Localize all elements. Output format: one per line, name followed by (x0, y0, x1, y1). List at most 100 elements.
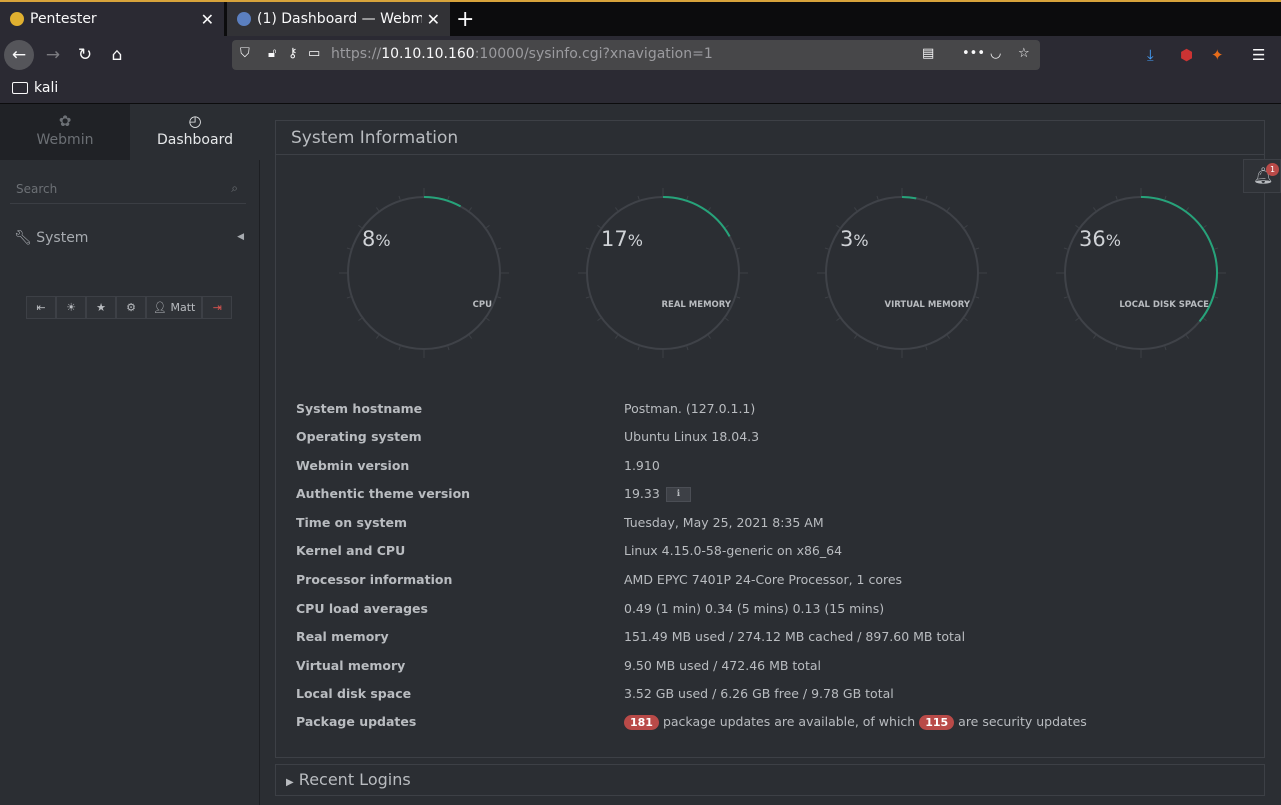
close-tab-icon[interactable]: ✕ (201, 10, 214, 29)
gauge-tick (1075, 317, 1079, 322)
gauge-tick (497, 296, 502, 299)
search-icon[interactable]: ⌕ (231, 181, 238, 196)
key-icon[interactable]: ⚷ (288, 46, 298, 61)
foxyproxy-icon[interactable]: ✦ (1211, 46, 1224, 64)
gauge-tick (707, 207, 712, 211)
ublock-icon[interactable]: ⬢ (1180, 46, 1193, 64)
search-placeholder: Search (16, 182, 58, 196)
tab-dashboard-side[interactable]: ◴ Dashboard (130, 104, 260, 160)
gauge-tick (1115, 346, 1118, 351)
pentester-favicon-icon (10, 12, 24, 26)
browser-window: Pentester ✕ (1) Dashboard — Webmin ✕ + ←… (0, 0, 1281, 805)
downloads-icon[interactable]: ⤓ (1147, 46, 1154, 64)
gauge-value: 36% (1079, 227, 1121, 251)
sidebar: ✿ Webmin ◴ Dashboard Search ⌕ 🔧︎ System … (0, 104, 260, 805)
gauge-tick (468, 335, 473, 339)
notification-count-badge: 1 (1266, 163, 1279, 176)
gauge-tick (447, 195, 450, 200)
cpu-gauge: 8% CPU (334, 183, 514, 363)
back-button[interactable]: ← (4, 40, 34, 70)
logout-button[interactable]: ⇥ (202, 296, 233, 319)
updates-value[interactable]: 181 package updates are available, of wh… (624, 714, 1087, 730)
search-input[interactable]: Search ⌕ (10, 178, 246, 204)
gauge-arc (662, 196, 731, 237)
gauge-tick (925, 195, 928, 200)
notifications-button[interactable]: 🔔︎ 1 (1243, 159, 1281, 193)
reader-view-icon[interactable]: ▤ (922, 46, 934, 61)
gauge-tick (1214, 247, 1219, 250)
webmin-favicon-icon (237, 12, 251, 26)
info-value: 1.910 (624, 458, 660, 473)
gauge-tick (853, 335, 858, 339)
tab-pentester[interactable]: Pentester ✕ (0, 2, 224, 36)
gauge-tick (824, 247, 829, 250)
gauge-tick (486, 317, 490, 322)
home-button[interactable]: ⌂ (102, 40, 132, 70)
gauge-tick (946, 207, 951, 211)
gauge-tick (876, 195, 879, 200)
gauge-dial (1056, 188, 1226, 358)
info-key: Package updates (296, 714, 417, 729)
new-tab-button[interactable]: + (456, 7, 474, 32)
url-bar[interactable]: ⛉ 🔓︎ ⚷ ▭ https://10.10.10.160:10000/sysi… (232, 40, 1040, 70)
gauge-tick (447, 346, 450, 351)
reload-button[interactable]: ↻ (70, 40, 100, 70)
gauge-dial (339, 188, 509, 358)
info-row: Local disk space 3.52 GB used / 6.26 GB f… (296, 686, 1246, 706)
more-actions-icon[interactable]: ••• (962, 46, 985, 61)
user-button[interactable]: 👤︎ Matt (146, 296, 203, 319)
close-tab-icon[interactable]: ✕ (427, 10, 440, 29)
gauge-tick (614, 207, 619, 211)
gauge-arc (423, 196, 462, 208)
favorites-button[interactable]: ★ (86, 296, 116, 319)
shield-icon[interactable]: ⛉ (240, 46, 250, 61)
updates-text: package updates are available, of which (662, 714, 916, 729)
info-value: 9.50 MB used / 472.46 MB total (624, 658, 821, 673)
theme-toggle-button[interactable]: ☀ (56, 296, 86, 319)
forward-button[interactable]: → (38, 40, 68, 70)
info-value: 151.49 MB used / 274.12 MB cached / 897.… (624, 629, 966, 644)
gauge-tick (358, 317, 362, 322)
gauge-label: VIRTUAL MEMORY (884, 300, 970, 310)
bookmark-star-icon[interactable]: ☆ (1018, 46, 1030, 61)
gauge-tick (876, 346, 879, 351)
recent-logins-panel[interactable]: ▶ Recent Logins (275, 764, 1265, 796)
info-row: Webmin version 1.910 (296, 458, 1246, 478)
gauge-tick (585, 247, 590, 250)
gauge-tick (375, 335, 380, 339)
info-row: Kernel and CPU Linux 4.15.0-58-generic on… (296, 543, 1246, 563)
lock-warning-icon[interactable]: 🔓︎ (268, 46, 276, 61)
bookmark-kali[interactable]: kali (12, 80, 58, 96)
gauge-tick (1115, 195, 1118, 200)
gauge-tick (1063, 247, 1068, 250)
gauge-tick (398, 346, 401, 351)
tab-label: Webmin (36, 132, 94, 148)
theme-config-button[interactable]: ⚙ (116, 296, 146, 319)
theme-info-button[interactable]: ℹ (665, 487, 691, 502)
sidebar-item-system[interactable]: 🔧︎ System ◀ (14, 230, 244, 246)
nav-bar: ← → ↻ ⌂ ⛉ 🔓︎ ⚷ ▭ https://10.10.10.160:10… (0, 36, 1281, 74)
disk-space-gauge: 36% LOCAL DISK SPACE (1051, 183, 1231, 363)
gauge-tick (1063, 296, 1068, 299)
bookmark-label: kali (34, 80, 59, 96)
tab-webmin[interactable]: ✿ Webmin (0, 104, 130, 160)
info-row: Processor information AMD EPYC 7401P 24-C… (296, 572, 1246, 592)
info-row-updates: Package updates 181 package updates are … (296, 714, 1246, 734)
url-text[interactable]: https://10.10.10.160:10000/sysinfo.cgi?x… (331, 46, 713, 62)
gauge-tick (736, 296, 741, 299)
tab-dashboard[interactable]: (1) Dashboard — Webmin ✕ (226, 2, 450, 36)
collapse-sidebar-button[interactable]: ⇤ (26, 296, 56, 319)
updates-text: are security updates (958, 714, 1087, 729)
panel-title: System Information (276, 121, 1264, 155)
gauge-track (825, 196, 979, 350)
gauge-tick (707, 335, 712, 339)
info-value: Tuesday, May 25, 2021 8:35 AM (624, 515, 824, 530)
pocket-icon[interactable]: ◡ (990, 46, 1001, 61)
updates-count-badge: 181 (624, 715, 659, 730)
hamburger-menu-icon[interactable]: ☰ (1252, 46, 1265, 64)
gauge-label: LOCAL DISK SPACE (1119, 300, 1209, 310)
info-key: Authentic theme version (296, 486, 471, 501)
gauge-tick (725, 224, 729, 229)
permissions-icon[interactable]: ▭ (308, 46, 320, 61)
info-row: Authentic theme version 19.33 ℹ (296, 486, 1246, 506)
